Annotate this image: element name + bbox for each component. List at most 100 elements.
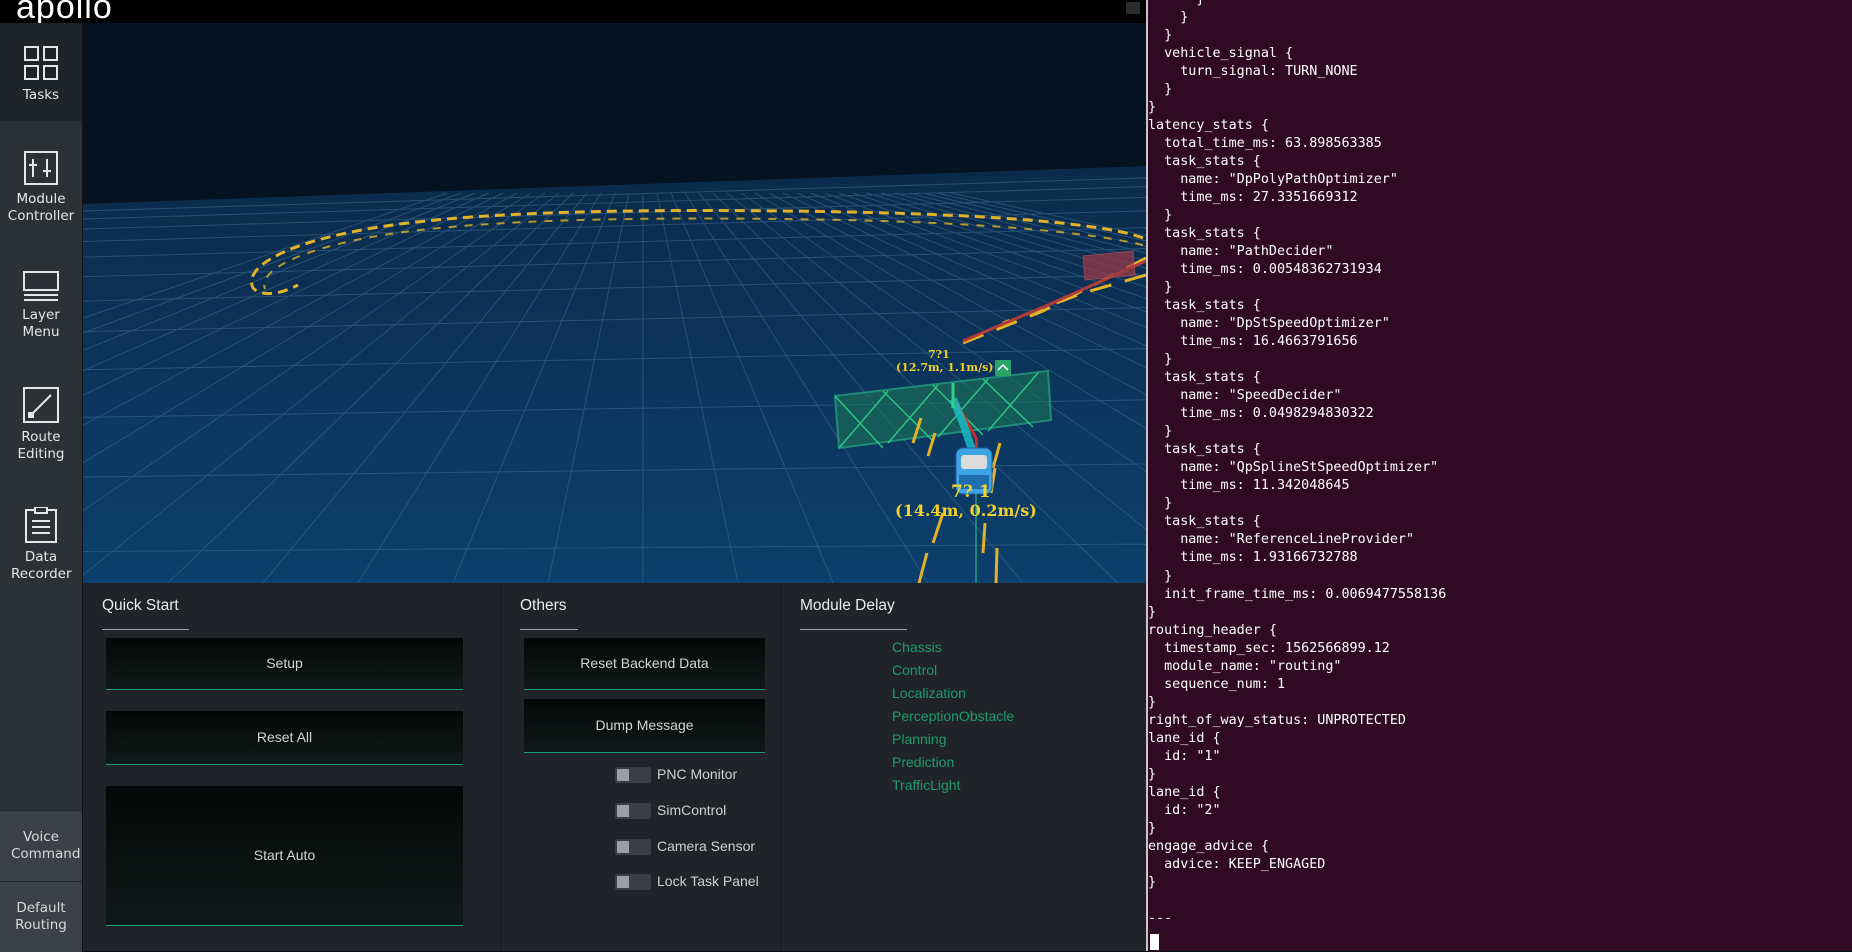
sidebar-item-label: Route Editing bbox=[17, 429, 65, 462]
sidebar-item-label: Layer Menu bbox=[22, 307, 60, 340]
delay-item-control: Control bbox=[892, 662, 938, 678]
title-underline bbox=[102, 629, 189, 630]
terminal-line: right_of_way_status: UNPROTECTED bbox=[1148, 712, 1406, 728]
voice-command-label: Voice Command bbox=[11, 829, 81, 862]
terminal-line: id: "2" bbox=[1164, 802, 1221, 818]
terminal-line: task_stats { bbox=[1164, 154, 1261, 170]
reset-all-button[interactable]: Reset All bbox=[106, 711, 463, 765]
sidebar: Tasks Module Controller Layer Menu Route… bbox=[0, 23, 83, 952]
terminal-line: } bbox=[1148, 766, 1157, 782]
sidebar-item-layer-menu[interactable]: Layer Menu bbox=[0, 241, 82, 361]
terminal-line: latency_stats { bbox=[1148, 118, 1269, 134]
others-title: Others bbox=[520, 597, 567, 614]
terminal-line: } bbox=[1164, 352, 1173, 368]
toggle-label: SimControl bbox=[657, 802, 727, 818]
terminal-line: time_ms: 27.3351669312 bbox=[1180, 190, 1358, 206]
terminal-line: } bbox=[1148, 604, 1157, 620]
terminal-line: name: "ReferenceLineProvider" bbox=[1180, 532, 1415, 548]
delay-item-planning: Planning bbox=[892, 731, 947, 747]
terminal-line: name: "DpStSpeedOptimizer" bbox=[1180, 316, 1390, 332]
terminal-line: turn_signal: TURN_NONE bbox=[1180, 64, 1358, 80]
terminal-line: task_stats { bbox=[1164, 442, 1261, 458]
delay-item-traffic-light: TrafficLight bbox=[892, 777, 961, 793]
delay-item-localization: Localization bbox=[892, 685, 966, 701]
terminal-line: } bbox=[1164, 280, 1173, 296]
terminal-line: } bbox=[1164, 82, 1173, 98]
terminal-line: name: "DpPolyPathOptimizer" bbox=[1180, 172, 1398, 188]
terminal-line: } bbox=[1164, 424, 1173, 440]
delay-item-perception-obstacle: PerceptionObstacle bbox=[892, 708, 1015, 724]
sidebar-item-route-editing[interactable]: Route Editing bbox=[0, 361, 82, 481]
toggle-label: PNC Monitor bbox=[657, 766, 738, 782]
sidebar-item-module-controller[interactable]: Module Controller bbox=[0, 121, 82, 241]
reset-backend-data-button[interactable]: Reset Backend Data bbox=[524, 638, 765, 690]
terminal-line: total_time_ms: 63.898563385 bbox=[1164, 136, 1382, 152]
sidebar-item-data-recorder[interactable]: Data Recorder bbox=[0, 481, 82, 601]
toggle-label: Lock Task Panel bbox=[657, 873, 759, 889]
terminal-line: } bbox=[1148, 694, 1157, 710]
terminal-line: lane_id { bbox=[1148, 784, 1221, 800]
terminal-line: } bbox=[1164, 208, 1173, 224]
terminal-line: name: "SpeedDecider" bbox=[1180, 388, 1342, 404]
delay-item-prediction: Prediction bbox=[892, 754, 955, 770]
route-edit-icon bbox=[23, 387, 59, 423]
terminal-line: vehicle_signal { bbox=[1164, 46, 1294, 62]
title-underline bbox=[800, 629, 907, 630]
title-underline bbox=[520, 629, 578, 630]
terminal-line: lane_id { bbox=[1148, 730, 1221, 746]
terminal-line: engage_advice { bbox=[1148, 838, 1269, 854]
start-auto-button[interactable]: Start Auto bbox=[106, 786, 463, 926]
terminal-line: module_name: "routing" bbox=[1164, 658, 1342, 674]
module-delay-title: Module Delay bbox=[800, 597, 895, 614]
sidebar-item-label: Module Controller bbox=[7, 191, 75, 224]
toggle-switch[interactable] bbox=[615, 803, 651, 819]
grid-icon bbox=[24, 46, 58, 80]
terminal-line: task_stats { bbox=[1164, 226, 1261, 242]
terminal-line: } bbox=[1164, 568, 1173, 584]
sidebar-item-label: Data Recorder bbox=[11, 549, 72, 582]
sidebar-item-tasks[interactable]: Tasks bbox=[0, 23, 82, 121]
scene-canvas: 7?1 (12.7m, 1.1m/s) 7? 1 (14.4m, 0.2m/s) bbox=[83, 23, 1146, 583]
dump-message-button[interactable]: Dump Message bbox=[524, 699, 765, 753]
obstacle-info-label: (12.7m, 1.1m/s) bbox=[896, 361, 994, 374]
terminal-line: time_ms: 0.0498294830322 bbox=[1180, 406, 1374, 422]
toggle-switch[interactable] bbox=[615, 767, 651, 783]
terminal-line: } bbox=[1164, 28, 1173, 44]
terminal-line: name: "QpSplineStSpeedOptimizer" bbox=[1180, 460, 1439, 476]
toggle-switch[interactable] bbox=[615, 839, 651, 855]
voice-command-button[interactable]: Voice Command bbox=[0, 810, 82, 881]
terminal-window[interactable]: } } } vehicle_signal { turn_signal: TURN… bbox=[1148, 0, 1852, 951]
default-routing-button[interactable]: Default Routing bbox=[0, 881, 82, 952]
setup-button[interactable]: Setup bbox=[106, 638, 463, 690]
quick-start-panel: Quick Start Setup Reset All Start Auto bbox=[83, 583, 500, 951]
toggle-switch[interactable] bbox=[615, 874, 651, 890]
top-bar: apollo bbox=[0, 0, 1146, 26]
sidebar-item-label: Tasks bbox=[22, 87, 60, 103]
terminal-output: } } } vehicle_signal { turn_signal: TURN… bbox=[1148, 0, 1446, 928]
terminal-line: sequence_num: 1 bbox=[1164, 676, 1286, 692]
terminal-line: } bbox=[1148, 0, 1204, 7]
terminal-line: time_ms: 11.342048645 bbox=[1180, 478, 1350, 494]
obstacle-id-label: 7?1 bbox=[928, 348, 950, 361]
ego-info-label: (14.4m, 0.2m/s) bbox=[895, 501, 1037, 520]
terminal-line: routing_header { bbox=[1148, 622, 1277, 638]
terminal-line: id: "1" bbox=[1164, 748, 1221, 764]
terminal-cursor bbox=[1150, 934, 1159, 950]
module-delay-panel: Module Delay bbox=[782, 583, 1146, 951]
terminal-line: init_frame_time_ms: 0.0069477558136 bbox=[1164, 586, 1447, 602]
window-control-button[interactable] bbox=[1126, 2, 1140, 14]
default-routing-label: Default Routing bbox=[15, 900, 67, 933]
ego-id-label: 7? 1 bbox=[951, 482, 991, 502]
map-scene-view[interactable]: 7?1 (12.7m, 1.1m/s) 7? 1 (14.4m, 0.2m/s) bbox=[83, 23, 1146, 583]
stop-sign-icon bbox=[995, 360, 1011, 376]
clipboard-icon bbox=[25, 507, 57, 543]
terminal-line: } bbox=[1148, 874, 1157, 890]
obstacle-box-far bbox=[1082, 250, 1136, 281]
terminal-line: name: "PathDecider" bbox=[1180, 244, 1334, 260]
terminal-line: task_stats { bbox=[1164, 370, 1261, 386]
delay-item-chassis: Chassis bbox=[892, 639, 942, 655]
terminal-line: } bbox=[1148, 820, 1157, 836]
sliders-icon bbox=[24, 151, 58, 185]
terminal-line: task_stats { bbox=[1164, 298, 1261, 314]
terminal-line: } bbox=[1164, 496, 1173, 512]
